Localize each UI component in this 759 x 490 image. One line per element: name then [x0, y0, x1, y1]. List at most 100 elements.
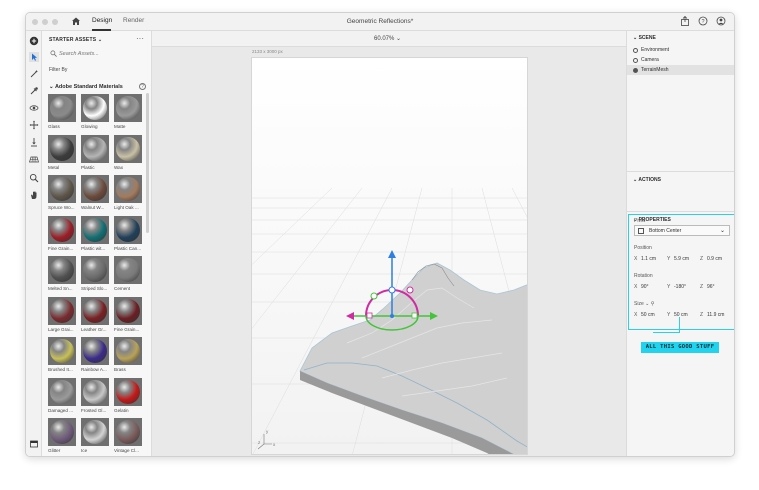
select-tool-icon[interactable] — [29, 52, 39, 62]
material-sphere — [83, 217, 107, 242]
position-z-field[interactable]: 0.9 cm — [707, 256, 722, 262]
lock-icon[interactable]: ⚲ — [651, 301, 655, 307]
material-label: Damaged ... — [48, 407, 74, 413]
pivot-icon — [638, 228, 644, 234]
material-sphere — [83, 177, 107, 201]
section-divider — [627, 171, 734, 172]
material-swatch[interactable]: Melted Sn... — [48, 256, 76, 297]
callout-connector — [653, 332, 680, 333]
search-box — [48, 48, 144, 60]
material-swatch[interactable]: Fine Grain... — [114, 296, 142, 338]
more-options-icon[interactable]: ··· — [136, 34, 144, 43]
user-profile-icon[interactable] — [716, 16, 726, 26]
scene-item-terrain-mesh[interactable]: TerrainMesh — [627, 65, 734, 75]
material-swatch[interactable]: Frosted Gl... — [81, 377, 109, 419]
material-swatch[interactable]: Ice — [81, 418, 109, 456]
environment-icon — [633, 48, 638, 53]
zoom-tool-icon[interactable] — [29, 173, 39, 183]
material-swatch[interactable]: Metal — [48, 134, 76, 176]
render-canvas[interactable]: z y x — [251, 57, 528, 455]
size-z-field[interactable]: 11.9 cm — [707, 312, 724, 318]
position-y-field[interactable]: 5.9 cm — [674, 256, 689, 262]
scene-item-camera[interactable]: Camera — [627, 55, 734, 65]
material-swatch[interactable]: Glitter — [48, 418, 76, 456]
help-icon[interactable]: ? — [139, 83, 146, 90]
axis-z-label: Z — [700, 256, 704, 262]
material-label: Wax — [114, 164, 124, 170]
material-sphere — [83, 298, 107, 323]
rotation-x-field[interactable]: 90° — [641, 284, 649, 290]
material-swatch[interactable]: Walnut W... — [81, 175, 109, 216]
material-sphere — [50, 177, 74, 201]
move-tool-icon[interactable] — [29, 120, 39, 130]
magic-select-icon[interactable] — [29, 69, 39, 79]
material-swatch[interactable]: Leather Gr... — [81, 296, 109, 338]
pan-tool-icon[interactable] — [29, 190, 39, 200]
material-swatch[interactable]: Wax — [114, 134, 142, 176]
share-icon[interactable] — [680, 16, 690, 26]
material-swatch[interactable]: Plastic Can... — [114, 215, 142, 257]
actions-section-header[interactable]: ⌄ ACTIONS — [633, 177, 661, 183]
camera-icon — [633, 58, 638, 63]
material-swatch[interactable]: Plastic wit... — [81, 215, 109, 257]
zoom-level[interactable]: 60.07% ⌄ — [374, 35, 401, 42]
title-bar: Design Render Geometric Reflections* ? — [26, 13, 734, 31]
scene-item-environment[interactable]: Environment — [627, 45, 734, 55]
material-sphere — [83, 379, 107, 404]
chevron-down-icon[interactable]: ⌄ — [645, 301, 649, 307]
material-swatch[interactable]: Striped Slo... — [81, 256, 109, 297]
material-label: Glass — [48, 124, 60, 129]
drop-to-ground-icon[interactable] — [29, 137, 39, 147]
sample-tool-icon[interactable] — [29, 86, 39, 96]
help-icon[interactable]: ? — [698, 16, 708, 26]
material-label: Glowing — [81, 124, 98, 129]
material-swatch[interactable]: Matte — [114, 94, 142, 135]
material-label: Light Oak ... — [114, 205, 139, 210]
material-swatch[interactable]: Fine Grain... — [48, 215, 76, 257]
add-icon[interactable] — [29, 36, 39, 46]
material-swatch[interactable]: Brass — [114, 337, 142, 378]
pivot-label: Pivot — [634, 218, 646, 224]
material-swatch[interactable]: Vintage Cl... — [114, 418, 142, 456]
rotation-y-field[interactable]: -180° — [674, 284, 686, 290]
size-y-field[interactable]: 50 cm — [674, 312, 688, 318]
material-label: Vintage Cl... — [114, 448, 139, 453]
material-swatch[interactable]: Cement — [114, 256, 142, 297]
material-sphere — [116, 298, 140, 323]
search-input[interactable] — [59, 48, 139, 60]
material-swatch[interactable]: Rainbow A... — [81, 337, 109, 378]
assets-panel-header[interactable]: STARTER ASSETS ⌄ — [49, 37, 102, 43]
pivot-select[interactable]: Bottom Center ⌄ — [634, 225, 730, 236]
material-thumbnail — [81, 377, 109, 406]
material-label: Large Grai... — [48, 326, 74, 332]
position-x-field[interactable]: 1.1 cm — [641, 256, 656, 262]
material-swatch[interactable]: Brushed It... — [48, 337, 76, 378]
axis-y-label: Y — [667, 284, 671, 290]
material-thumbnail — [48, 337, 76, 365]
material-swatch[interactable]: Spruce Wo... — [48, 175, 76, 216]
material-thumbnail — [114, 94, 142, 122]
material-swatch[interactable]: Damaged ... — [48, 377, 76, 419]
materials-section-title[interactable]: ⌄ Adobe Standard Materials — [49, 84, 123, 90]
material-label: Plastic Can... — [114, 245, 142, 251]
material-swatch[interactable]: Light Oak ... — [114, 175, 142, 216]
assets-scrollbar[interactable] — [146, 93, 149, 233]
material-swatch[interactable]: Gelatin — [114, 377, 142, 419]
material-swatch[interactable]: Glass — [48, 94, 76, 135]
material-swatch[interactable]: Glowing — [81, 94, 109, 135]
material-swatch[interactable]: Large Grai... — [48, 296, 76, 338]
layers-panel-icon[interactable] — [29, 439, 39, 449]
scene-section-header[interactable]: ⌄ SCENE — [633, 35, 656, 41]
material-swatch[interactable]: Plastic — [81, 134, 109, 176]
material-thumbnail — [48, 377, 76, 406]
size-x-field[interactable]: 50 cm — [641, 312, 655, 318]
orbit-tool-icon[interactable] — [29, 103, 39, 113]
material-sphere — [50, 339, 74, 363]
axis-x-label: X — [634, 312, 638, 318]
material-thumbnail — [48, 296, 76, 325]
material-sphere — [116, 217, 140, 242]
rotation-z-field[interactable]: 96° — [707, 284, 715, 290]
material-label: Metal — [48, 164, 60, 170]
material-thumbnail — [114, 215, 142, 244]
ground-plane-icon[interactable] — [29, 154, 39, 164]
